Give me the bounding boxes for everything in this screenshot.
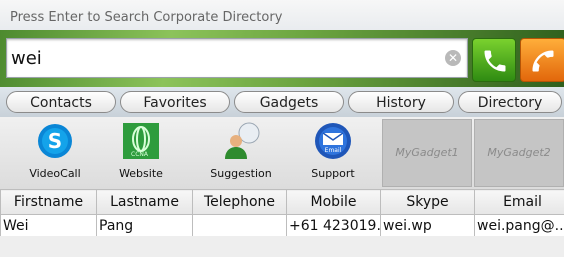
tab-gadgets[interactable]: Gadgets [234, 91, 344, 113]
cell-email: wei.pang@... [474, 214, 564, 238]
cell-telephone [192, 214, 287, 238]
search-box[interactable]: ✕ [6, 38, 468, 78]
gadgets-panel: S VideoCall CCNA Website Suggestion Emai… [0, 117, 564, 189]
gadget-mygadget2[interactable]: MyGadget2 [474, 119, 564, 187]
table-header-row: Firstname Lastname Telephone Mobile Skyp… [0, 189, 564, 215]
tab-history[interactable]: History [348, 91, 454, 113]
cell-firstname: Wei [0, 214, 97, 238]
column-header-firstname[interactable]: Firstname [0, 189, 97, 215]
search-input[interactable] [11, 45, 431, 71]
table-empty-area [0, 236, 564, 257]
column-header-mobile[interactable]: Mobile [286, 189, 381, 215]
column-header-skype[interactable]: Skype [380, 189, 475, 215]
corporate-directory-window: Press Enter to Search Corporate Director… [0, 0, 564, 257]
gadget-support[interactable]: Email Support [288, 117, 378, 189]
svg-text:CCNA: CCNA [131, 151, 149, 158]
phone-call-icon [484, 50, 506, 72]
search-hint: Press Enter to Search Corporate Director… [10, 10, 283, 25]
top-bar: Press Enter to Search Corporate Director… [0, 0, 564, 30]
gadget-suggestion[interactable]: Suggestion [196, 117, 286, 189]
call-button[interactable] [472, 38, 516, 82]
hangup-button[interactable] [520, 38, 564, 82]
svg-text:S: S [48, 129, 62, 153]
phone-hangup-icon [532, 50, 554, 72]
svg-text:Email: Email [325, 147, 342, 154]
table-row[interactable]: Wei Pang +61 423019... wei.wp wei.pang@.… [0, 214, 564, 238]
gadget-label: Suggestion [210, 167, 272, 180]
search-row: ✕ [0, 30, 564, 87]
tab-contacts[interactable]: Contacts [6, 91, 116, 113]
website-icon: CCNA [123, 123, 159, 159]
column-header-email[interactable]: Email [474, 189, 564, 215]
tab-favorites[interactable]: Favorites [120, 91, 230, 113]
column-header-telephone[interactable]: Telephone [192, 189, 287, 215]
gadget-label: VideoCall [29, 167, 81, 180]
cell-skype: wei.wp [380, 214, 475, 238]
gadget-mygadget1[interactable]: MyGadget1 [382, 119, 472, 187]
clear-icon[interactable]: ✕ [445, 50, 461, 66]
email-icon: Email [315, 123, 351, 159]
gadget-label: Website [119, 167, 163, 180]
gadget-label: Support [311, 167, 355, 180]
cell-mobile: +61 423019... [286, 214, 381, 238]
tab-directory[interactable]: Directory [458, 91, 562, 113]
suggestion-icon [225, 122, 260, 159]
skype-icon: S [38, 124, 72, 158]
gadget-website[interactable]: CCNA Website [96, 117, 186, 189]
column-header-lastname[interactable]: Lastname [96, 189, 193, 215]
tab-bar: Contacts Favorites Gadgets History Direc… [0, 87, 564, 117]
cell-lastname: Pang [96, 214, 193, 238]
gadget-videocall[interactable]: S VideoCall [10, 117, 100, 189]
